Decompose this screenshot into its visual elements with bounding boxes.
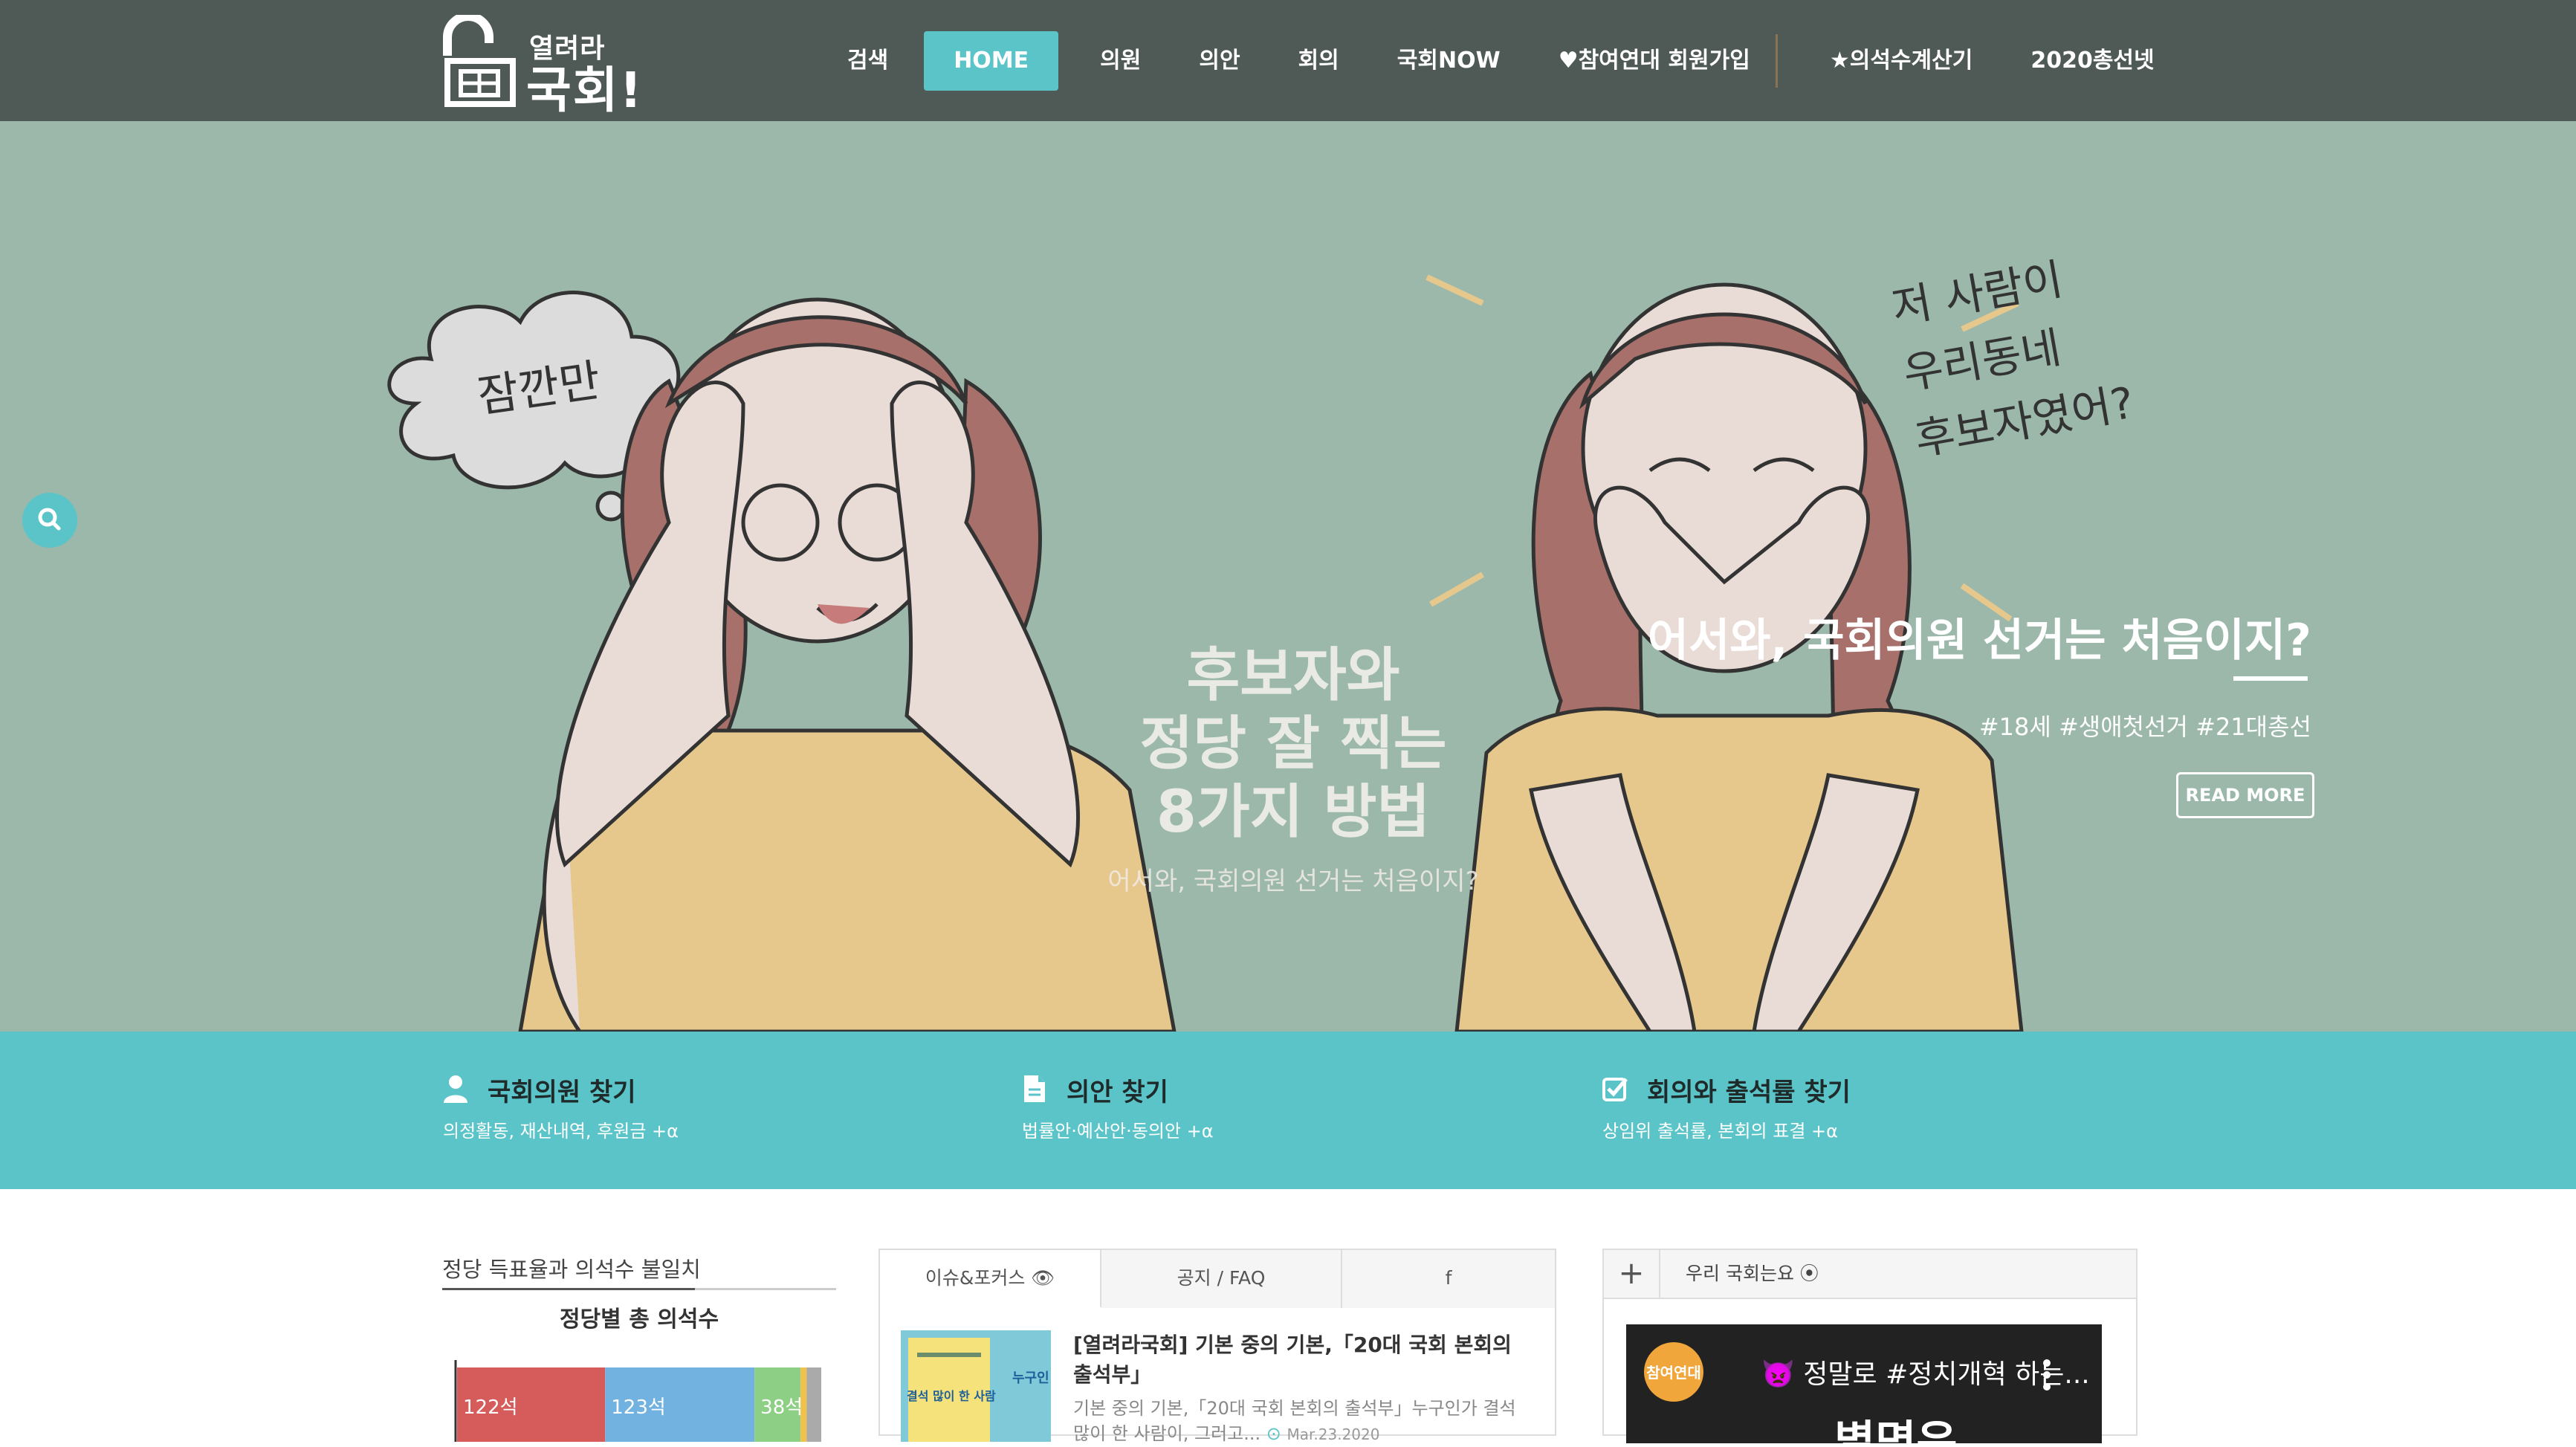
feature-find-bill[interactable]: 의안 찾기 법률안·예산안·동의안 +α [1022,1032,1542,1189]
hero-center-subtitle: 어서와, 국회의원 선거는 처음이지? [1107,867,1479,896]
document-icon [1024,1075,1045,1102]
thumb-text-2: 결석 많이 한 사람 [907,1389,996,1403]
widget-title-accent [442,1288,695,1290]
seat-bar-label-2: 38석 [760,1396,803,1419]
nav-meetings[interactable]: 회의 [1276,31,1362,91]
slide-title: 어서와, 국회의원 선거는 처음이지? [1647,615,2311,667]
site-header: 열려라 국회! 검색 HOME 의원 의안 회의 국회NOW ♥참여연대 회원가… [0,0,2576,121]
seat-bar-label-0: 122석 [463,1396,518,1419]
post-excerpt: 기본 중의 기본,「20대 국회 본회의 출석부」누구인가 결석 많이 한 사람… [1073,1396,1534,1447]
thumbnail-graphic: 누구인 결석 많이 한 사람 [901,1330,1051,1442]
video-overlay-text: 별명은 [1834,1417,1958,1443]
tab-issue-focus[interactable]: 이슈&포커스 👁 [880,1250,1101,1308]
tab-facebook[interactable]: f [1342,1250,1555,1308]
logo-lock-icon [443,15,516,107]
post-date: Mar.23.2020 [1287,1425,1380,1443]
seat-mismatch-widget: 정당 득표율과 의석수 불일치 정당별 총 의석수 122석 123석 38석 [442,1249,836,1442]
nav-election-net[interactable]: 2020총선넷 [2008,31,2176,91]
hero-center-title-line-2: 정당 잘 찍는 [1139,710,1447,777]
hero-center-title-line-3: 8가지 방법 [1156,779,1431,846]
site-logo[interactable]: 열려라 국회! [438,15,654,119]
youtube-video[interactable]: 참여연대 👿 정말로 #정치개혁 하는... 별명은 [1626,1324,2102,1443]
video-title: 👿 정말로 #정치개혁 하는... [1761,1359,2090,1390]
clock-icon: ⊙ [1266,1423,1287,1444]
thumb-text-1: 누구인 [1012,1370,1049,1386]
post-thumbnail[interactable]: 누구인 결석 많이 한 사람 [901,1330,1051,1442]
feature-bar: 국회의원 찾기 의정활동, 재산내역, 후원금 +α 의안 찾기 법률안·예산안… [0,1032,2576,1189]
news-widget: 이슈&포커스 👁 공지 / FAQ f 누구인 결석 많이 한 사람 [열려라국… [878,1249,1556,1444]
nav-search[interactable]: 검색 [825,31,910,91]
search-icon [38,508,61,531]
feature-find-meeting[interactable]: 회의와 출석률 찾기 상임위 출석률, 본회의 표결 +α [1602,1032,2123,1189]
seat-bar-label-1: 123석 [611,1396,666,1419]
tab-notice-faq[interactable]: 공지 / FAQ [1101,1250,1342,1308]
feature-title: 회의와 출석률 찾기 [1647,1078,1851,1107]
slide-tags: #18세 #생애첫선거 #21대총선 [1978,713,2311,741]
read-more-button[interactable]: READ MORE [2176,772,2314,818]
feature-desc: 상임위 출석률, 본회의 표결 +α [1602,1121,1838,1142]
post-title[interactable]: [열려라국회] 기본 중의 기본,「20대 국회 본회의 출석부」 [1073,1330,1534,1390]
nav-join-membership[interactable]: ♥참여연대 회원가입 [1536,31,1773,91]
main-nav: 검색 HOME 의원 의안 회의 국회NOW ♥참여연대 회원가입 ★의석수계산… [825,31,2190,91]
channel-avatar-text: 참여연대 [1646,1364,1701,1382]
feature-desc: 법률안·예산안·동의안 +α [1022,1121,1214,1142]
user-icon [444,1075,467,1103]
floating-search-button[interactable] [22,493,77,548]
seat-chart: 122석 123석 38석 [454,1360,821,1442]
slide-title-underline [2233,676,2308,681]
nav-members[interactable]: 의원 [1078,31,1163,91]
chart-title: 정당별 총 의석수 [559,1307,719,1333]
logo-text-big: 국회! [526,62,644,119]
video-widget-header: + 우리 국회는요 ⦿ [1604,1250,2136,1299]
news-tabs: 이슈&포커스 👁 공지 / FAQ f [880,1250,1555,1308]
widget-title: 정당 득표율과 의석수 불일치 [442,1249,836,1290]
hero-center-title-line-1: 후보자와 [1186,642,1400,709]
seat-bar-4 [806,1367,821,1442]
feature-find-member[interactable]: 국회의원 찾기 의정활동, 재산내역, 후원금 +α [443,1032,963,1189]
hero-center-title: 후보자와 정당 잘 찍는 8가지 방법 [1100,641,1486,846]
widget-title-text: 정당 득표율과 의석수 불일치 [442,1257,701,1282]
checkbox-icon [1602,1078,1628,1101]
nav-divider [1775,34,1778,88]
seat-bar-3 [800,1367,807,1442]
feature-title: 국회의원 찾기 [488,1078,636,1107]
nav-seat-calculator[interactable]: ★의석수계산기 [1808,31,1996,91]
news-post[interactable]: 누구인 결석 많이 한 사람 [열려라국회] 기본 중의 기본,「20대 국회 … [901,1330,1540,1444]
nav-bills[interactable]: 의안 [1177,31,1262,91]
video-widget-title: 우리 국회는요 ⦿ [1686,1263,1819,1284]
side-text-line-2: 우리동네 [1900,322,2065,399]
hero-slider: 잠깐만 저 사람이 우리동네 후보자였어? 후보자와 정당 잘 찍는 8가지 방… [0,121,2576,1032]
feature-desc: 의정활동, 재산내역, 후원금 +α [443,1121,679,1142]
feature-title: 의안 찾기 [1067,1078,1168,1107]
video-widget: + 우리 국회는요 ⦿ 참여연대 👿 정말로 #정치개혁 하는... 별명은 [1602,1249,2138,1443]
nav-home[interactable]: HOME [924,31,1059,91]
nav-assembly-now[interactable]: 국회NOW [1375,31,1523,91]
expand-button[interactable]: + [1604,1250,1660,1298]
